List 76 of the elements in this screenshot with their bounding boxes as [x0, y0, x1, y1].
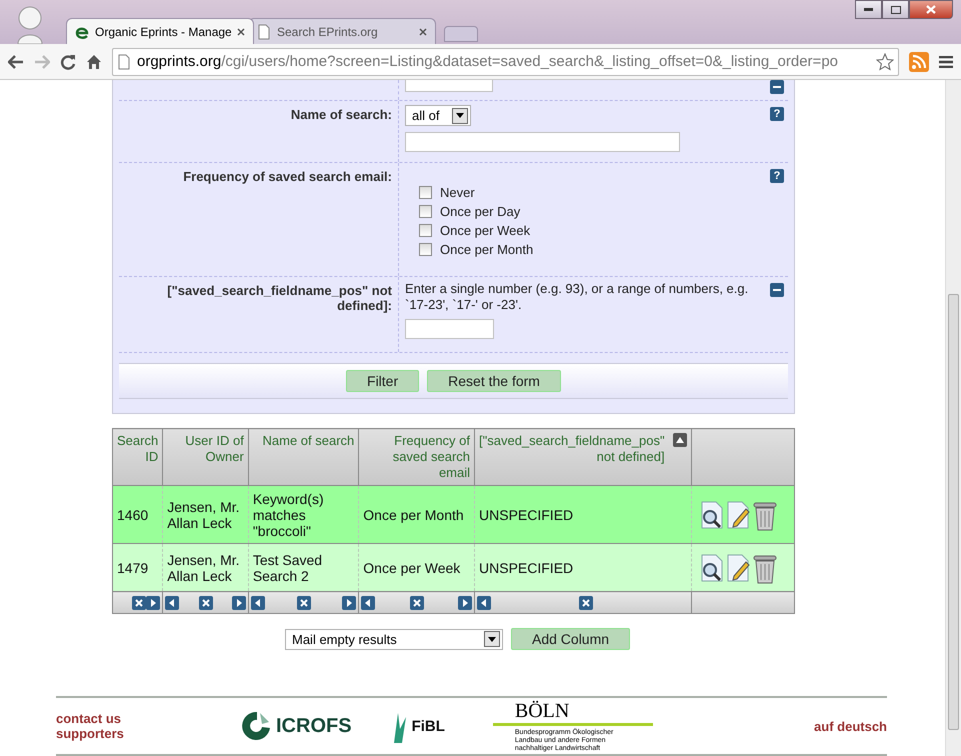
caret-icon — [456, 113, 464, 118]
column-header[interactable]: ["saved_search_fieldname_pos" not defined] — [474, 428, 692, 486]
add-column-button[interactable]: Add Column — [511, 628, 630, 650]
checkbox[interactable] — [419, 243, 432, 256]
scrollbar[interactable] — [945, 80, 961, 756]
field-label: ["saved_search_fieldname_pos" not defined]: — [119, 277, 399, 352]
collapse-icon[interactable] — [770, 80, 784, 94]
remove-column-icon[interactable] — [198, 596, 212, 610]
remove-column-icon[interactable] — [410, 596, 424, 610]
logo-text: ICROFS — [276, 714, 352, 738]
ring-logo-icon — [242, 710, 272, 742]
column-header[interactable]: Name of search — [248, 428, 359, 486]
help-icon[interactable]: ? — [770, 107, 784, 121]
column-header[interactable]: User ID of Owner — [162, 428, 248, 486]
maximize-icon — [890, 6, 900, 14]
scroll-thumb[interactable] — [948, 294, 959, 730]
search-id-field[interactable] — [405, 80, 493, 92]
move-left-icon[interactable] — [165, 596, 180, 610]
move-right-icon[interactable] — [458, 596, 472, 610]
view-icon[interactable] — [700, 554, 724, 582]
home-icon[interactable] — [86, 54, 102, 70]
back-icon[interactable] — [8, 54, 24, 68]
close-icon — [926, 5, 936, 14]
column-header[interactable]: Frequency of saved search email — [358, 428, 475, 486]
column-select[interactable]: Mail empty results — [285, 628, 503, 650]
reset-button[interactable]: Reset the form — [427, 370, 561, 392]
logo-text: FiBL — [412, 718, 445, 734]
checkbox-option[interactable]: Never — [405, 185, 475, 200]
field-label: Frequency of saved search email: — [119, 163, 399, 276]
edit-icon[interactable] — [726, 500, 750, 528]
caret-icon — [488, 636, 496, 642]
checkbox[interactable] — [419, 186, 432, 199]
footer-link[interactable]: contact us — [56, 711, 242, 726]
minimize-button[interactable] — [855, 0, 882, 19]
maximize-button[interactable] — [882, 0, 909, 19]
close-icon[interactable] — [237, 28, 245, 36]
language-link[interactable]: auf deutsch — [814, 718, 887, 734]
sort-up-icon[interactable] — [672, 433, 687, 447]
checkbox[interactable] — [419, 224, 432, 237]
column-header[interactable]: Search ID — [112, 428, 163, 486]
checkbox-option[interactable]: Once per Day — [405, 204, 520, 219]
remove-column-icon[interactable] — [578, 596, 593, 610]
star-icon[interactable] — [876, 52, 894, 70]
move-right-icon[interactable] — [342, 596, 356, 610]
move-left-icon[interactable] — [250, 596, 265, 610]
checkbox[interactable] — [419, 205, 432, 218]
footer-link[interactable]: supporters — [56, 726, 242, 741]
filter-button[interactable]: Filter — [346, 370, 420, 392]
checkbox-option[interactable]: Once per Month — [405, 242, 534, 257]
close-window-button[interactable] — [909, 0, 953, 19]
logo-text: BÖLN — [514, 700, 570, 722]
table-row[interactable]: 1479 Jensen, Mr. Allan Leck Test Saved Search 2 Once per Week UNSPECIFIED — [112, 544, 794, 592]
position-field[interactable] — [405, 319, 494, 339]
move-right-icon[interactable] — [232, 596, 246, 610]
reload-icon[interactable] — [60, 54, 76, 70]
field-hint: Enter a single number (e.g. 93), or a range of numbers, e.g. `17-23', `17-' or -23'. — [405, 281, 750, 313]
checkbox-option[interactable]: Once per Week — [405, 223, 530, 238]
edit-icon[interactable] — [726, 554, 750, 582]
move-right-icon[interactable] — [146, 596, 160, 610]
move-left-icon[interactable] — [361, 596, 376, 610]
address-bar[interactable]: orgprints.org/cgi/users/home?screen=Listing&dataset=saved_search&_listing_offset=0&_listing_order=po — [112, 48, 899, 76]
collapse-icon[interactable] — [770, 283, 784, 297]
minimize-icon — [864, 8, 873, 11]
close-icon[interactable] — [419, 28, 427, 36]
remove-column-icon[interactable] — [296, 596, 311, 610]
move-left-icon[interactable] — [477, 596, 492, 610]
menu-icon[interactable] — [939, 56, 953, 68]
page-icon — [117, 54, 131, 70]
field-label: Name of search: — [119, 101, 399, 162]
view-icon[interactable] — [700, 500, 724, 528]
browser-tab[interactable]: Organic Eprints - Manage — [66, 18, 254, 44]
match-select[interactable]: all of — [405, 105, 471, 126]
remove-column-icon[interactable] — [132, 596, 146, 610]
page-icon — [257, 24, 271, 40]
name-field[interactable] — [405, 132, 680, 152]
help-icon[interactable]: ? — [770, 169, 784, 183]
